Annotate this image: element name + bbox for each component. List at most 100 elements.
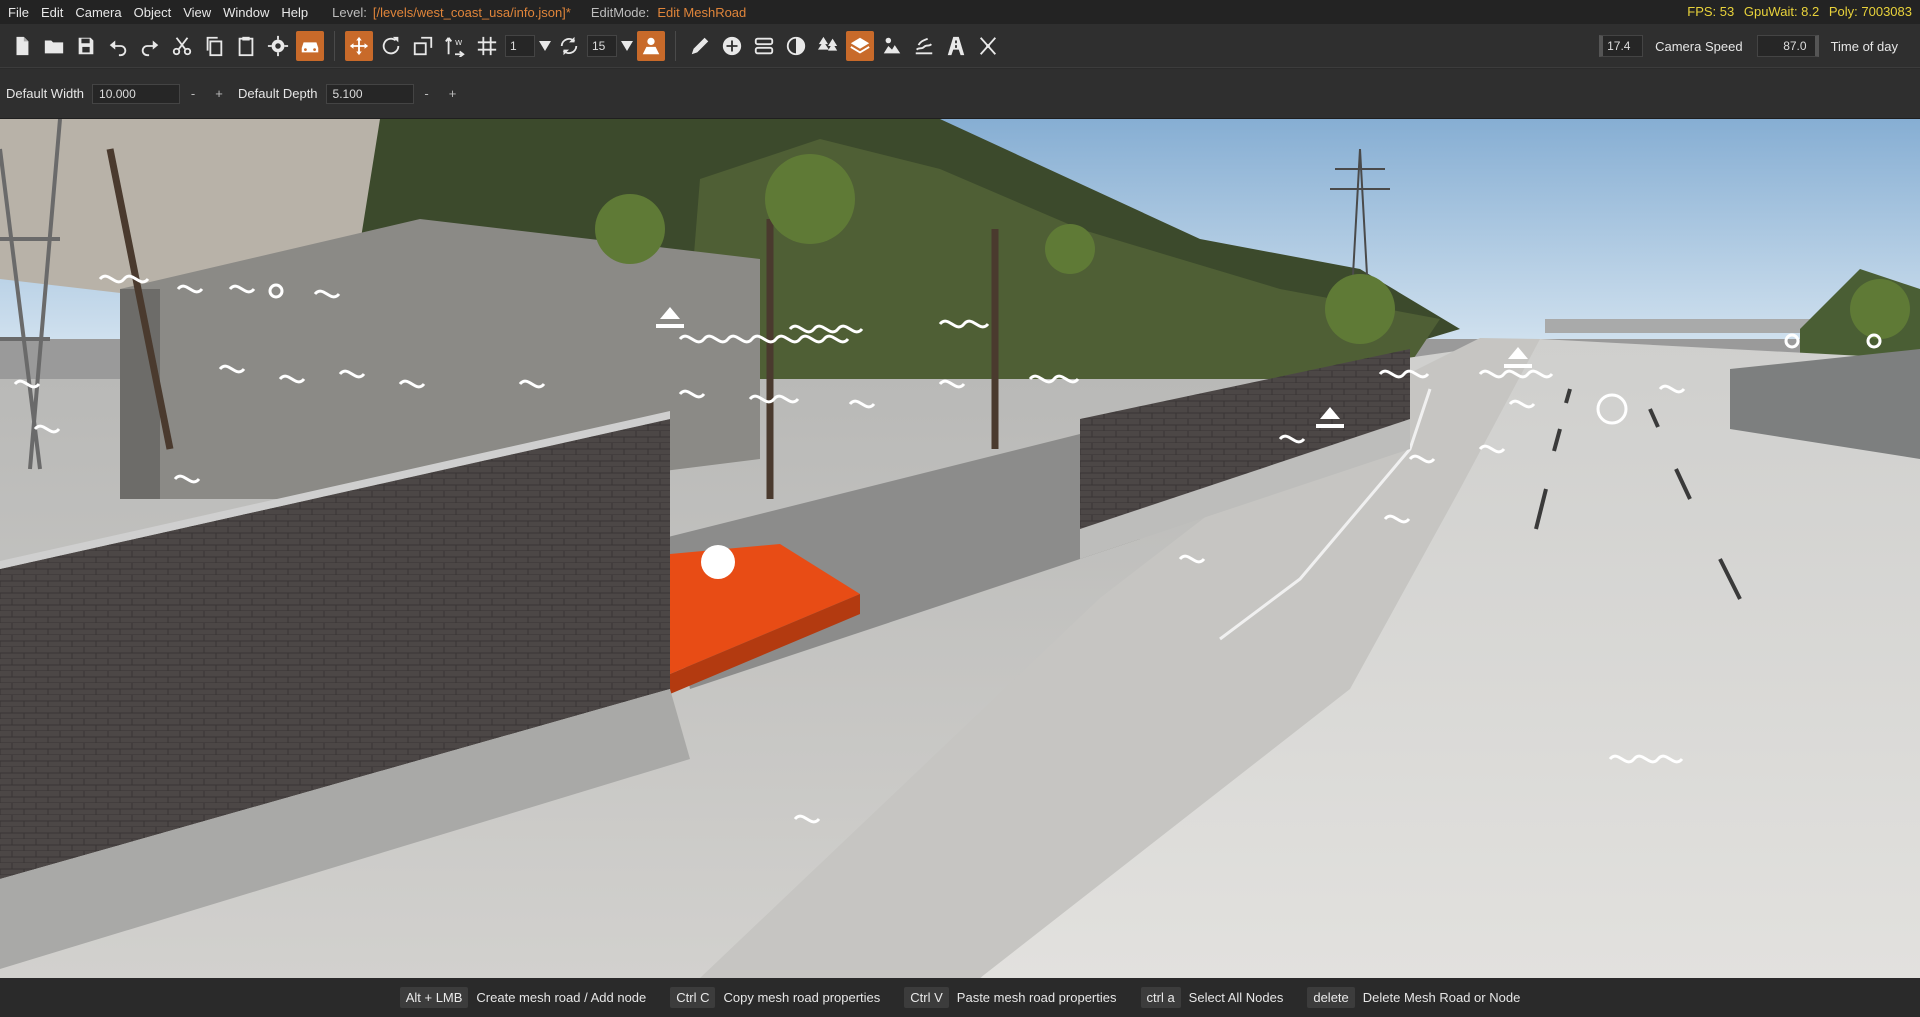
default-depth-input[interactable]: 5.100 [325,83,414,104]
hint-text: Select All Nodes [1188,990,1284,1005]
save-button[interactable] [72,31,100,61]
add-node-button[interactable] [718,31,746,61]
rotate-gizmo-button[interactable] [377,31,405,61]
terrain-icon [642,37,660,54]
vehicle-icon [301,41,319,52]
svg-text:W: W [455,38,462,47]
decal-button[interactable] [782,31,810,61]
hint-delete: delete Delete Mesh Road or Node [1307,987,1520,1008]
default-depth-decrement[interactable]: - [414,86,440,101]
gpuwait-readout: GpuWait: 8.2 [1743,4,1820,19]
align-icon: W [445,36,465,57]
forest-icon [817,36,838,51]
chevron-down-icon [621,40,633,51]
camera-speed-field[interactable]: 17.4 [1599,35,1644,57]
cut-button[interactable] [168,31,196,61]
add-node-icon [722,36,742,55]
hint-text: Create mesh road / Add node [476,990,647,1005]
snap-value-field[interactable]: 1 [505,34,535,57]
fps-readout: FPS: 53 [1687,4,1735,19]
redo-button[interactable] [136,31,164,61]
meshroad-node-selected[interactable] [701,545,735,579]
terrain-button[interactable] [637,30,665,61]
new-file-icon [16,36,29,55]
editmode-value: Edit MeshRoad [657,4,747,20]
level-label: Level: [332,4,367,20]
hint-key: ctrl a [1140,987,1181,1008]
3d-viewport[interactable] [0,119,1920,978]
meshroad-options-bar: Default Width 10.000 - + Default Depth 5… [0,69,1920,119]
vehicle-button[interactable] [296,30,324,61]
meshroad-button[interactable] [846,30,874,61]
menu-help[interactable]: Help [275,5,314,20]
river-button[interactable] [878,31,906,61]
transform-icon [979,36,997,55]
road-markings-icon [947,36,965,55]
new-file-button[interactable] [8,31,36,61]
menu-object[interactable]: Object [128,5,178,20]
snap-dropdown[interactable] [537,35,553,57]
rotate-snap-icon [560,36,578,55]
settings-icon [267,35,289,56]
time-of-day-field[interactable]: 87.0 [1756,35,1819,57]
camera-controls: 17.4 Camera Speed 87.0 Time of day [1599,24,1920,68]
menu-bar: File Edit Camera Object View Window Help… [0,0,1920,24]
default-depth-increment[interactable]: + [440,86,466,101]
meshroad-icon [850,37,870,53]
waves-icon [915,37,933,54]
time-of-day-label: Time of day [1830,38,1898,54]
pencil-button[interactable] [686,31,714,61]
default-depth-label: Default Depth [238,86,318,101]
rotate-snap-button[interactable] [555,31,583,61]
menu-view[interactable]: View [177,5,217,20]
menu-camera[interactable]: Camera [69,5,127,20]
hint-key: delete [1307,987,1355,1008]
move-gizmo-button[interactable] [345,30,373,61]
scene-render[interactable] [0,119,1920,978]
waves-button[interactable] [910,31,938,61]
poly-readout: Poly: 7003083 [1828,4,1912,19]
decal-icon [786,36,806,55]
forest-button[interactable] [814,31,842,61]
road-icon [754,37,774,54]
toolbar-separator [334,30,335,61]
rotate-snap-value-field[interactable]: 15 [587,34,617,57]
road-button[interactable] [750,31,778,61]
rotate-snap-dropdown[interactable] [619,35,635,57]
menu-file[interactable]: File [0,5,35,20]
move-gizmo-icon [349,36,369,55]
grid-snap-button[interactable] [473,31,501,61]
transform-button[interactable] [974,31,1002,61]
undo-button[interactable] [104,31,132,61]
settings-button[interactable] [264,31,292,61]
grid-snap-icon [477,36,497,55]
hint-text: Copy mesh road properties [723,990,881,1005]
hint-select-all: ctrl a Select All Nodes [1140,987,1284,1008]
save-icon [78,37,94,54]
menu-window[interactable]: Window [217,5,275,20]
hint-key: Alt + LMB [399,987,469,1008]
scale-gizmo-button[interactable] [409,31,437,61]
hint-copy: Ctrl C Copy mesh road properties [670,987,880,1008]
rotate-gizmo-icon [382,36,400,54]
river-icon [883,37,901,53]
scale-gizmo-icon [413,36,433,55]
align-button[interactable]: W [441,31,469,61]
paste-button[interactable] [232,31,260,61]
pencil-icon [691,37,709,54]
toolbar-separator [675,30,676,61]
paste-icon [238,36,254,56]
shortcut-hint-bar: Alt + LMB Create mesh road / Add node Ct… [0,978,1920,1017]
default-width-increment[interactable]: + [206,86,232,101]
menu-edit[interactable]: Edit [35,5,69,20]
open-button[interactable] [40,31,68,61]
default-width-decrement[interactable]: - [180,86,206,101]
level-path: [/levels/west_coast_usa/info.json]* [372,4,571,20]
hint-key: Ctrl C [670,987,716,1008]
default-width-input[interactable]: 10.000 [92,83,181,104]
chevron-down-icon [539,40,551,51]
camera-speed-label: Camera Speed [1655,38,1743,54]
perf-stats: FPS: 53 GpuWait: 8.2 Poly: 7003083 [1681,4,1912,19]
road-markings-button[interactable] [942,31,970,61]
copy-button[interactable] [200,31,228,61]
